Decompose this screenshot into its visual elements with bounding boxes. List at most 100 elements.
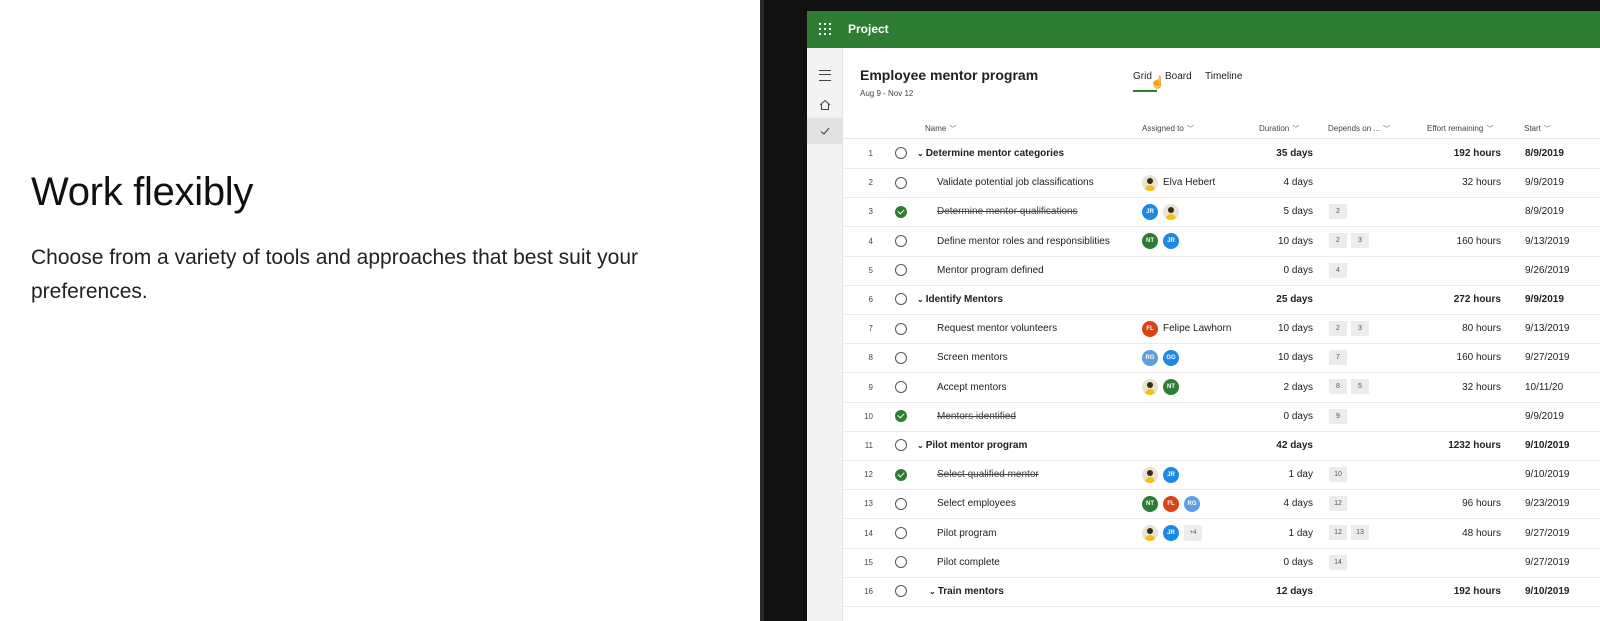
chevron-down-icon[interactable]: ⌄: [917, 149, 924, 158]
column-header-effort[interactable]: Effort remaining ﹀: [1427, 124, 1493, 134]
task-name[interactable]: ⌄ Pilot mentor program: [917, 431, 1027, 460]
duration-cell[interactable]: 10 days: [1219, 227, 1313, 256]
incomplete-circle-icon[interactable]: [895, 293, 907, 306]
task-name[interactable]: Select employees: [937, 489, 1016, 518]
avatar[interactable]: NT: [1142, 495, 1158, 512]
avatar[interactable]: [1142, 466, 1158, 483]
depends-on-cell[interactable]: 14: [1329, 548, 1351, 577]
assigned-to-cell[interactable]: JR: [1142, 460, 1184, 489]
start-date-cell[interactable]: 9/9/2019: [1525, 285, 1564, 314]
task-name[interactable]: Screen mentors: [937, 343, 1008, 372]
complete-toggle[interactable]: [895, 489, 907, 518]
start-date-cell[interactable]: 9/26/2019: [1525, 256, 1570, 285]
start-date-cell[interactable]: 9/9/2019: [1525, 402, 1564, 431]
dependency-chip[interactable]: 5: [1351, 379, 1369, 395]
tab-timeline[interactable]: Timeline: [1205, 71, 1242, 82]
table-row[interactable]: 9 Accept mentors NT 2 days 8 5 32 hours 10/11/2…: [843, 373, 1600, 403]
column-header-duration[interactable]: Duration ﹀: [1259, 124, 1299, 134]
effort-remaining-cell[interactable]: 272 hours: [1403, 285, 1501, 314]
incomplete-circle-icon[interactable]: [895, 497, 907, 510]
dependency-chip[interactable]: 3: [1351, 321, 1369, 337]
incomplete-circle-icon[interactable]: [895, 234, 907, 247]
assigned-to-cell[interactable]: RG GG: [1142, 343, 1184, 372]
start-date-cell[interactable]: 9/13/2019: [1525, 314, 1570, 343]
complete-toggle[interactable]: [895, 256, 907, 285]
avatar[interactable]: GG: [1163, 349, 1179, 366]
dependency-chip[interactable]: 4: [1329, 262, 1347, 278]
duration-cell[interactable]: 10 days: [1219, 343, 1313, 372]
dependency-chip[interactable]: 12: [1329, 496, 1347, 512]
start-date-cell[interactable]: 9/10/2019: [1525, 577, 1570, 606]
depends-on-cell[interactable]: 2: [1329, 197, 1351, 226]
start-date-cell[interactable]: 10/11/20: [1525, 373, 1563, 402]
dependency-chip[interactable]: 3: [1351, 233, 1369, 249]
complete-toggle[interactable]: [895, 460, 907, 489]
dependency-chip[interactable]: 2: [1329, 204, 1347, 220]
chevron-down-icon[interactable]: ⌄: [917, 295, 924, 304]
dependency-chip[interactable]: 2: [1329, 321, 1347, 337]
assigned-to-cell[interactable]: JR +4: [1142, 519, 1207, 548]
dependency-chip[interactable]: 10: [1329, 467, 1347, 483]
start-date-cell[interactable]: 9/10/2019: [1525, 431, 1570, 460]
duration-cell[interactable]: 0 days: [1219, 402, 1313, 431]
completed-check-icon[interactable]: [895, 410, 907, 423]
task-name[interactable]: Pilot complete: [937, 548, 1000, 577]
avatar[interactable]: NT: [1142, 232, 1158, 249]
start-date-cell[interactable]: 9/10/2019: [1525, 460, 1570, 489]
duration-cell[interactable]: 0 days: [1219, 256, 1313, 285]
avatar[interactable]: [1142, 174, 1158, 191]
assigned-to-cell[interactable]: Elva Hebert: [1142, 168, 1215, 197]
table-row[interactable]: 10 Mentors identified 0 days 9 9/9/2019: [843, 402, 1600, 432]
effort-remaining-cell[interactable]: 160 hours: [1403, 343, 1501, 372]
effort-remaining-cell[interactable]: 192 hours: [1403, 577, 1501, 606]
task-name[interactable]: Define mentor roles and responsiblities: [937, 227, 1110, 256]
table-row[interactable]: 8 Screen mentors RG GG 10 days 7 160 hours 9/27…: [843, 343, 1600, 374]
effort-remaining-cell[interactable]: 96 hours: [1403, 489, 1501, 518]
task-name[interactable]: Request mentor volunteers: [937, 314, 1057, 343]
completed-check-icon[interactable]: [895, 205, 907, 218]
duration-cell[interactable]: 12 days: [1219, 577, 1313, 606]
task-name[interactable]: ⌄ Determine mentor categories: [917, 139, 1064, 168]
effort-remaining-cell[interactable]: 80 hours: [1403, 314, 1501, 343]
table-row[interactable]: 6 ⌄ Identify Mentors 25 days 272 hours 9/9/20…: [843, 285, 1600, 315]
avatar[interactable]: [1142, 524, 1158, 541]
avatar[interactable]: RG: [1184, 495, 1200, 512]
effort-remaining-cell[interactable]: 160 hours: [1403, 227, 1501, 256]
home-icon[interactable]: [807, 92, 842, 118]
incomplete-circle-icon[interactable]: [895, 526, 907, 539]
depends-on-cell[interactable]: 12: [1329, 489, 1351, 518]
table-row[interactable]: 15 Pilot complete 0 days 14 9/27/2019: [843, 548, 1600, 578]
avatar[interactable]: JR: [1142, 203, 1158, 220]
depends-on-cell[interactable]: 4: [1329, 256, 1351, 285]
depends-on-cell[interactable]: 7: [1329, 343, 1351, 372]
chevron-down-icon[interactable]: ⌄: [929, 587, 936, 596]
duration-cell[interactable]: 1 day: [1219, 460, 1313, 489]
column-header-start[interactable]: Start ﹀: [1524, 124, 1551, 134]
start-date-cell[interactable]: 9/23/2019: [1525, 489, 1570, 518]
task-name[interactable]: Mentor program defined: [937, 256, 1044, 285]
avatar[interactable]: FL: [1142, 320, 1158, 337]
duration-cell[interactable]: 0 days: [1219, 548, 1313, 577]
task-name[interactable]: ⌄ Identify Mentors: [917, 285, 1003, 314]
complete-toggle[interactable]: [895, 548, 907, 577]
start-date-cell[interactable]: 9/9/2019: [1525, 168, 1564, 197]
start-date-cell[interactable]: 9/27/2019: [1525, 519, 1570, 548]
table-row[interactable]: 16 ⌄ Train mentors 12 days 192 hours 9/10/201…: [843, 577, 1600, 607]
dependency-chip[interactable]: 2: [1329, 233, 1347, 249]
incomplete-circle-icon[interactable]: [895, 147, 907, 160]
table-row[interactable]: 14 Pilot program JR +4 1 day 12 13 48 hours 9/27…: [843, 519, 1600, 549]
task-name[interactable]: ⌄ Train mentors: [929, 577, 1004, 606]
column-header-name[interactable]: Name ﹀: [925, 124, 956, 134]
table-row[interactable]: 7 Request mentor volunteers FL Felipe Lawho…: [843, 314, 1600, 345]
dependency-chip[interactable]: 9: [1329, 408, 1347, 424]
tasks-check-icon[interactable]: [807, 118, 842, 144]
incomplete-circle-icon[interactable]: [895, 439, 907, 452]
depends-on-cell[interactable]: 12 13: [1329, 519, 1373, 548]
duration-cell[interactable]: 2 days: [1219, 373, 1313, 402]
incomplete-circle-icon[interactable]: [895, 176, 907, 189]
dependency-chip[interactable]: 8: [1329, 379, 1347, 395]
incomplete-circle-icon[interactable]: [895, 380, 907, 393]
start-date-cell[interactable]: 9/27/2019: [1525, 548, 1570, 577]
avatar[interactable]: NT: [1163, 378, 1179, 395]
task-name[interactable]: Accept mentors: [937, 373, 1006, 402]
